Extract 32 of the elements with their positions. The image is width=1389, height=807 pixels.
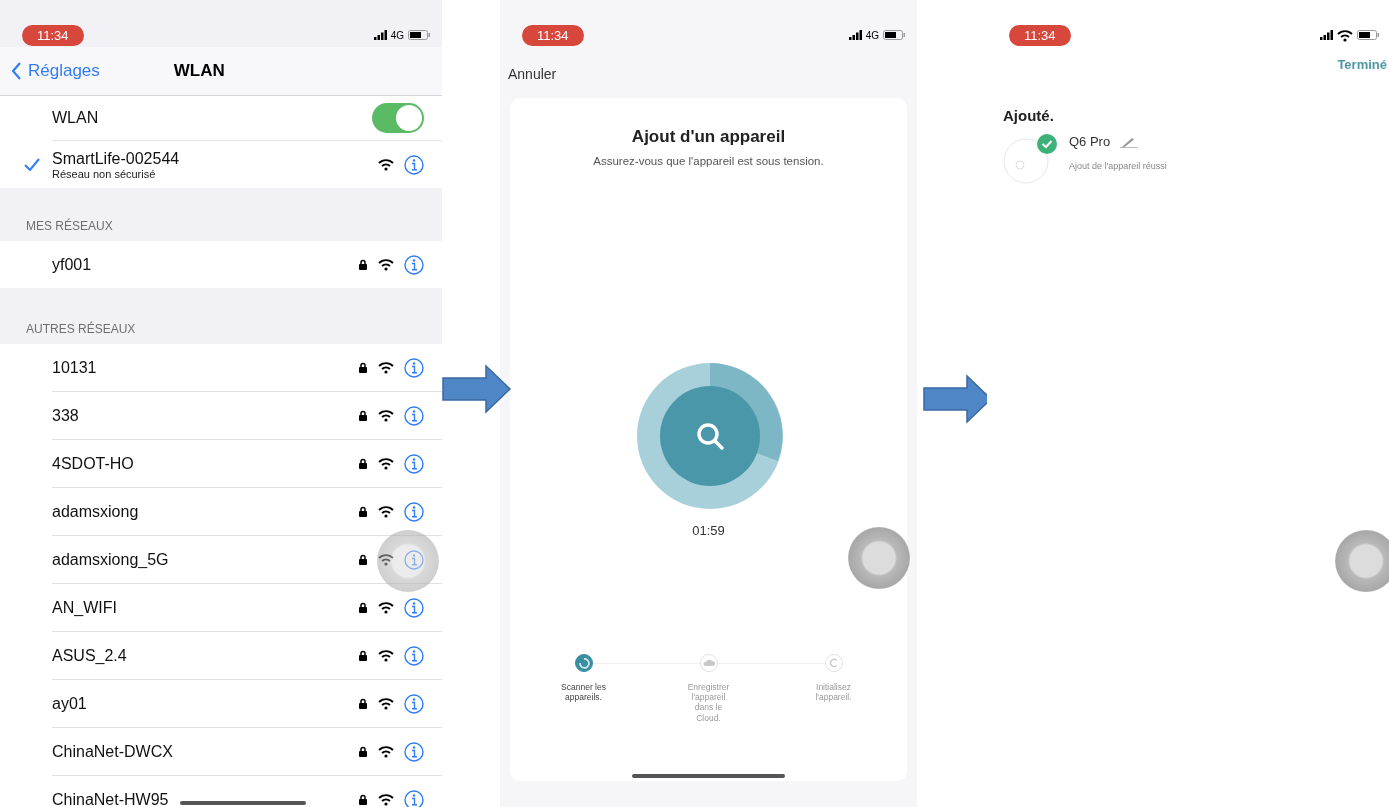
step-label: Enregistrer l'appareil dans le Cloud.	[686, 682, 731, 723]
network-name[interactable]: 10131	[52, 358, 358, 377]
dialog-title: Ajout d'un appareil	[631, 127, 786, 147]
device-name: Q6 Pro	[1069, 134, 1111, 149]
network-name[interactable]: adamsxiong	[52, 502, 358, 521]
network-type: 4G	[865, 29, 879, 41]
back-link[interactable]: Réglages	[12, 61, 100, 81]
cancel-link[interactable]: Annuler	[500, 47, 917, 98]
status-time: 11:34	[1009, 24, 1071, 46]
network-name[interactable]: 4SDOT-HO	[52, 454, 358, 473]
status-time: 11:34	[22, 24, 84, 46]
step-label: Initialisez l'appareil.	[814, 682, 853, 703]
device-status: Ajout de l'appareil réussi	[1069, 161, 1167, 171]
instruction-text: Assurez-vous que l'appareil est sous tension.	[593, 155, 824, 167]
section-header: AUTRES RÉSEAUX	[26, 322, 136, 336]
countdown-timer: 01:59	[692, 523, 725, 538]
network-name[interactable]: ChinaNet-HW95	[52, 790, 358, 807]
step-label: Scanner les appareils.	[560, 682, 607, 703]
section-heading: Ajouté.	[1003, 107, 1055, 124]
network-name[interactable]: adamsxiong_5G	[52, 550, 358, 569]
screen-title: WLAN	[173, 61, 225, 81]
network-type: 4G	[390, 29, 404, 41]
network-name[interactable]: ay01	[52, 694, 358, 713]
network-name[interactable]: AN_WIFI	[52, 598, 358, 617]
network-status: Réseau non sécurisé	[52, 167, 157, 180]
network-name[interactable]: ChinaNet-DWCX	[52, 742, 358, 761]
setting-label: WLAN	[52, 109, 100, 127]
section-header: MES RÉSEAUX	[26, 219, 113, 233]
network-name[interactable]: ASUS_2.4	[52, 646, 358, 665]
status-time: 11:34	[522, 24, 584, 46]
network-name[interactable]: SmartLife-002544	[52, 149, 358, 168]
network-name[interactable]: 338	[52, 406, 358, 425]
